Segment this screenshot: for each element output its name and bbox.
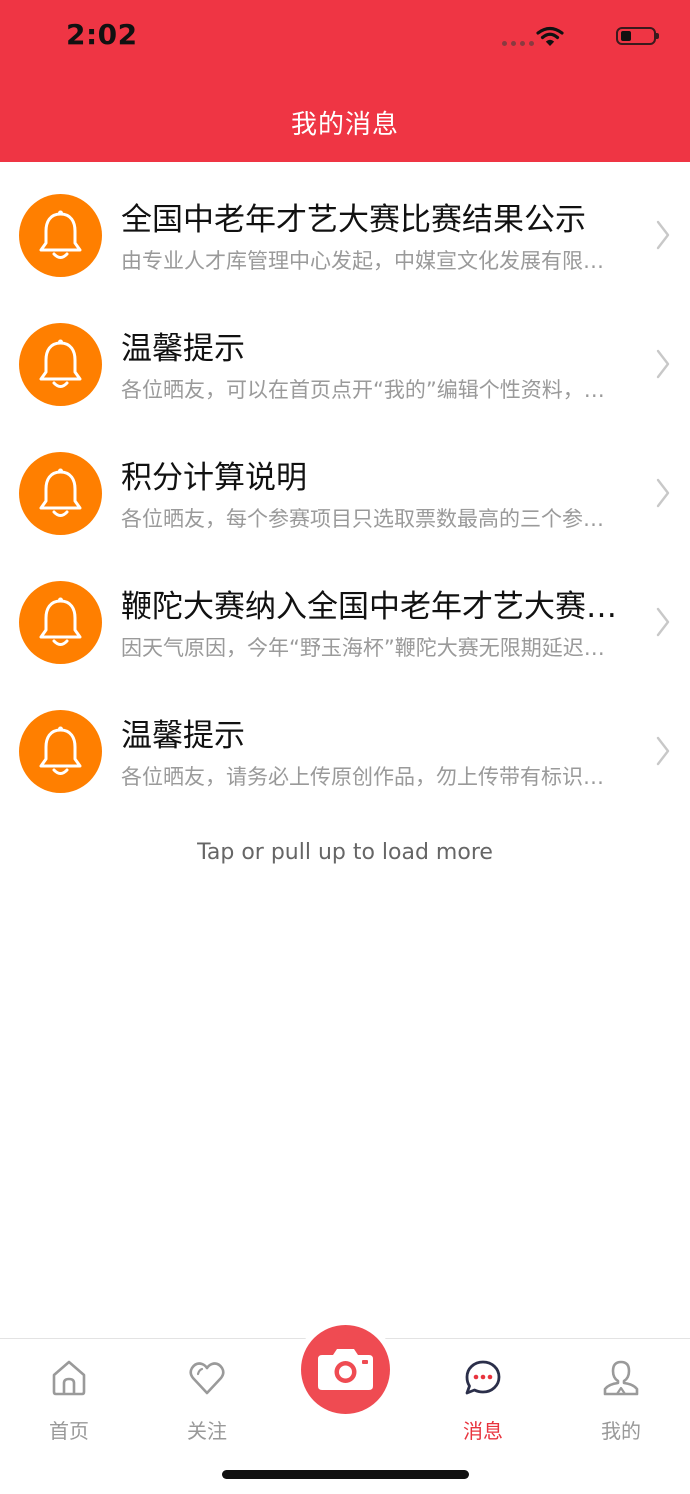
bell-icon [39,726,82,775]
message-title: 温馨提示 [121,718,245,754]
bell-avatar [19,452,102,535]
message-list: 全国中老年才艺大赛比赛结果公示 由专业人才库管理中心发起，中媒宣文化发展有限… … [0,162,690,807]
bell-avatar [19,194,102,277]
bell-icon [39,468,82,517]
tab-mine[interactable]: 我的 [552,1339,690,1459]
chevron-right-icon [656,220,670,250]
header: 2:02 我的消息 [0,0,690,162]
message-preview: 由专业人才库管理中心发起，中媒宣文化发展有限… [121,249,604,273]
message-title: 积分计算说明 [121,460,307,496]
home-indicator [222,1470,469,1479]
tab-label: 首页 [49,1419,89,1443]
tab-follow[interactable]: 关注 [138,1339,276,1459]
battery-icon [616,27,659,45]
tab-label: 关注 [187,1419,227,1443]
message-item[interactable]: 温馨提示 各位晒友，请务必上传原创作品，勿上传带有标识… [0,678,690,807]
home-icon [52,1360,86,1396]
message-item[interactable]: 温馨提示 各位晒友，可以在首页点开“我的”编辑个性资料，… [0,291,690,420]
camera-button[interactable] [301,1325,390,1414]
signal-icon [502,41,534,47]
message-preview: 因天气原因，今年“野玉海杯”鞭陀大赛无限期延迟… [121,636,605,660]
load-more-link[interactable]: Tap or pull up to load more [0,840,690,865]
user-icon [603,1360,639,1396]
tab-label: 我的 [601,1419,641,1443]
bell-avatar [19,581,102,664]
tab-home[interactable]: 首页 [0,1339,138,1459]
status-time: 2:02 [66,18,138,51]
chevron-right-icon [656,478,670,508]
tab-label: 消息 [463,1419,503,1443]
bell-avatar [19,710,102,793]
wifi-icon [536,26,564,46]
message-preview: 各位晒友，可以在首页点开“我的”编辑个性资料，… [121,378,605,402]
tab-messages[interactable]: 消息 [414,1339,552,1459]
message-item[interactable]: 鞭陀大赛纳入全国中老年才艺大赛… 因天气原因，今年“野玉海杯”鞭陀大赛无限期延迟… [0,549,690,678]
message-preview: 各位晒友，每个参赛项目只选取票数最高的三个参… [121,507,604,531]
status-icons [456,24,659,52]
chat-bubble-icon [465,1360,501,1395]
page-title: 我的消息 [290,110,399,140]
chevron-right-icon [656,349,670,379]
message-title: 温馨提示 [121,331,245,367]
message-title: 鞭陀大赛纳入全国中老年才艺大赛… [121,589,617,625]
chevron-right-icon [656,607,670,637]
message-item[interactable]: 积分计算说明 各位晒友，每个参赛项目只选取票数最高的三个参… [0,420,690,549]
bell-icon [39,597,82,646]
bell-avatar [19,323,102,406]
message-preview: 各位晒友，请务必上传原创作品，勿上传带有标识… [121,765,604,789]
camera-icon [318,1349,373,1390]
bell-icon [39,339,82,388]
message-title: 全国中老年才艺大赛比赛结果公示 [121,202,586,238]
bell-icon [39,210,82,259]
heart-icon [189,1362,225,1395]
chevron-right-icon [656,736,670,766]
message-item[interactable]: 全国中老年才艺大赛比赛结果公示 由专业人才库管理中心发起，中媒宣文化发展有限… [0,162,690,291]
